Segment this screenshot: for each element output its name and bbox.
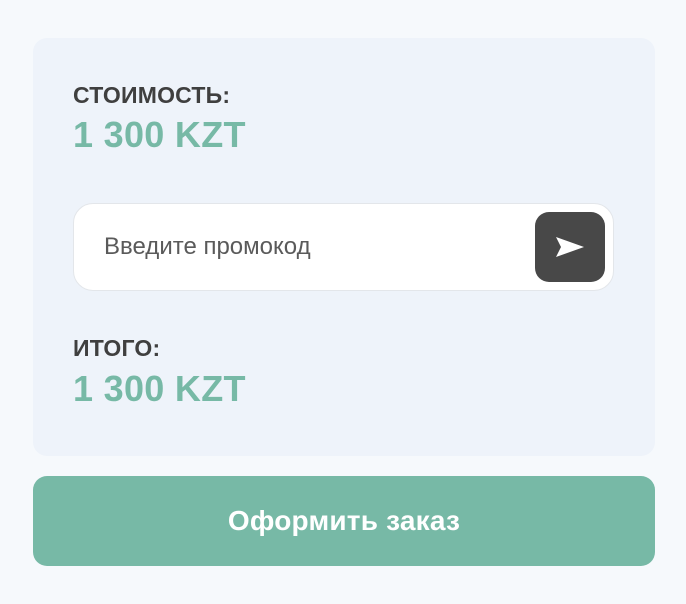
cost-label: СТОИМОСТЬ:	[73, 82, 231, 108]
checkout-button[interactable]: Оформить заказ	[33, 476, 655, 566]
total-value: 1 300 KZT	[73, 368, 246, 409]
apply-promo-button[interactable]	[535, 212, 605, 282]
send-arrow-icon	[556, 237, 584, 257]
promo-code-input[interactable]	[104, 204, 524, 290]
order-summary-page: СТОИМОСТЬ: 1 300 KZT ИТОГО: 1 300 KZT Оф…	[0, 0, 686, 604]
cost-value: 1 300 KZT	[73, 114, 246, 155]
total-label: ИТОГО:	[73, 335, 161, 361]
order-summary-card: СТОИМОСТЬ: 1 300 KZT ИТОГО: 1 300 KZT	[33, 38, 655, 456]
promo-code-field	[73, 203, 614, 291]
